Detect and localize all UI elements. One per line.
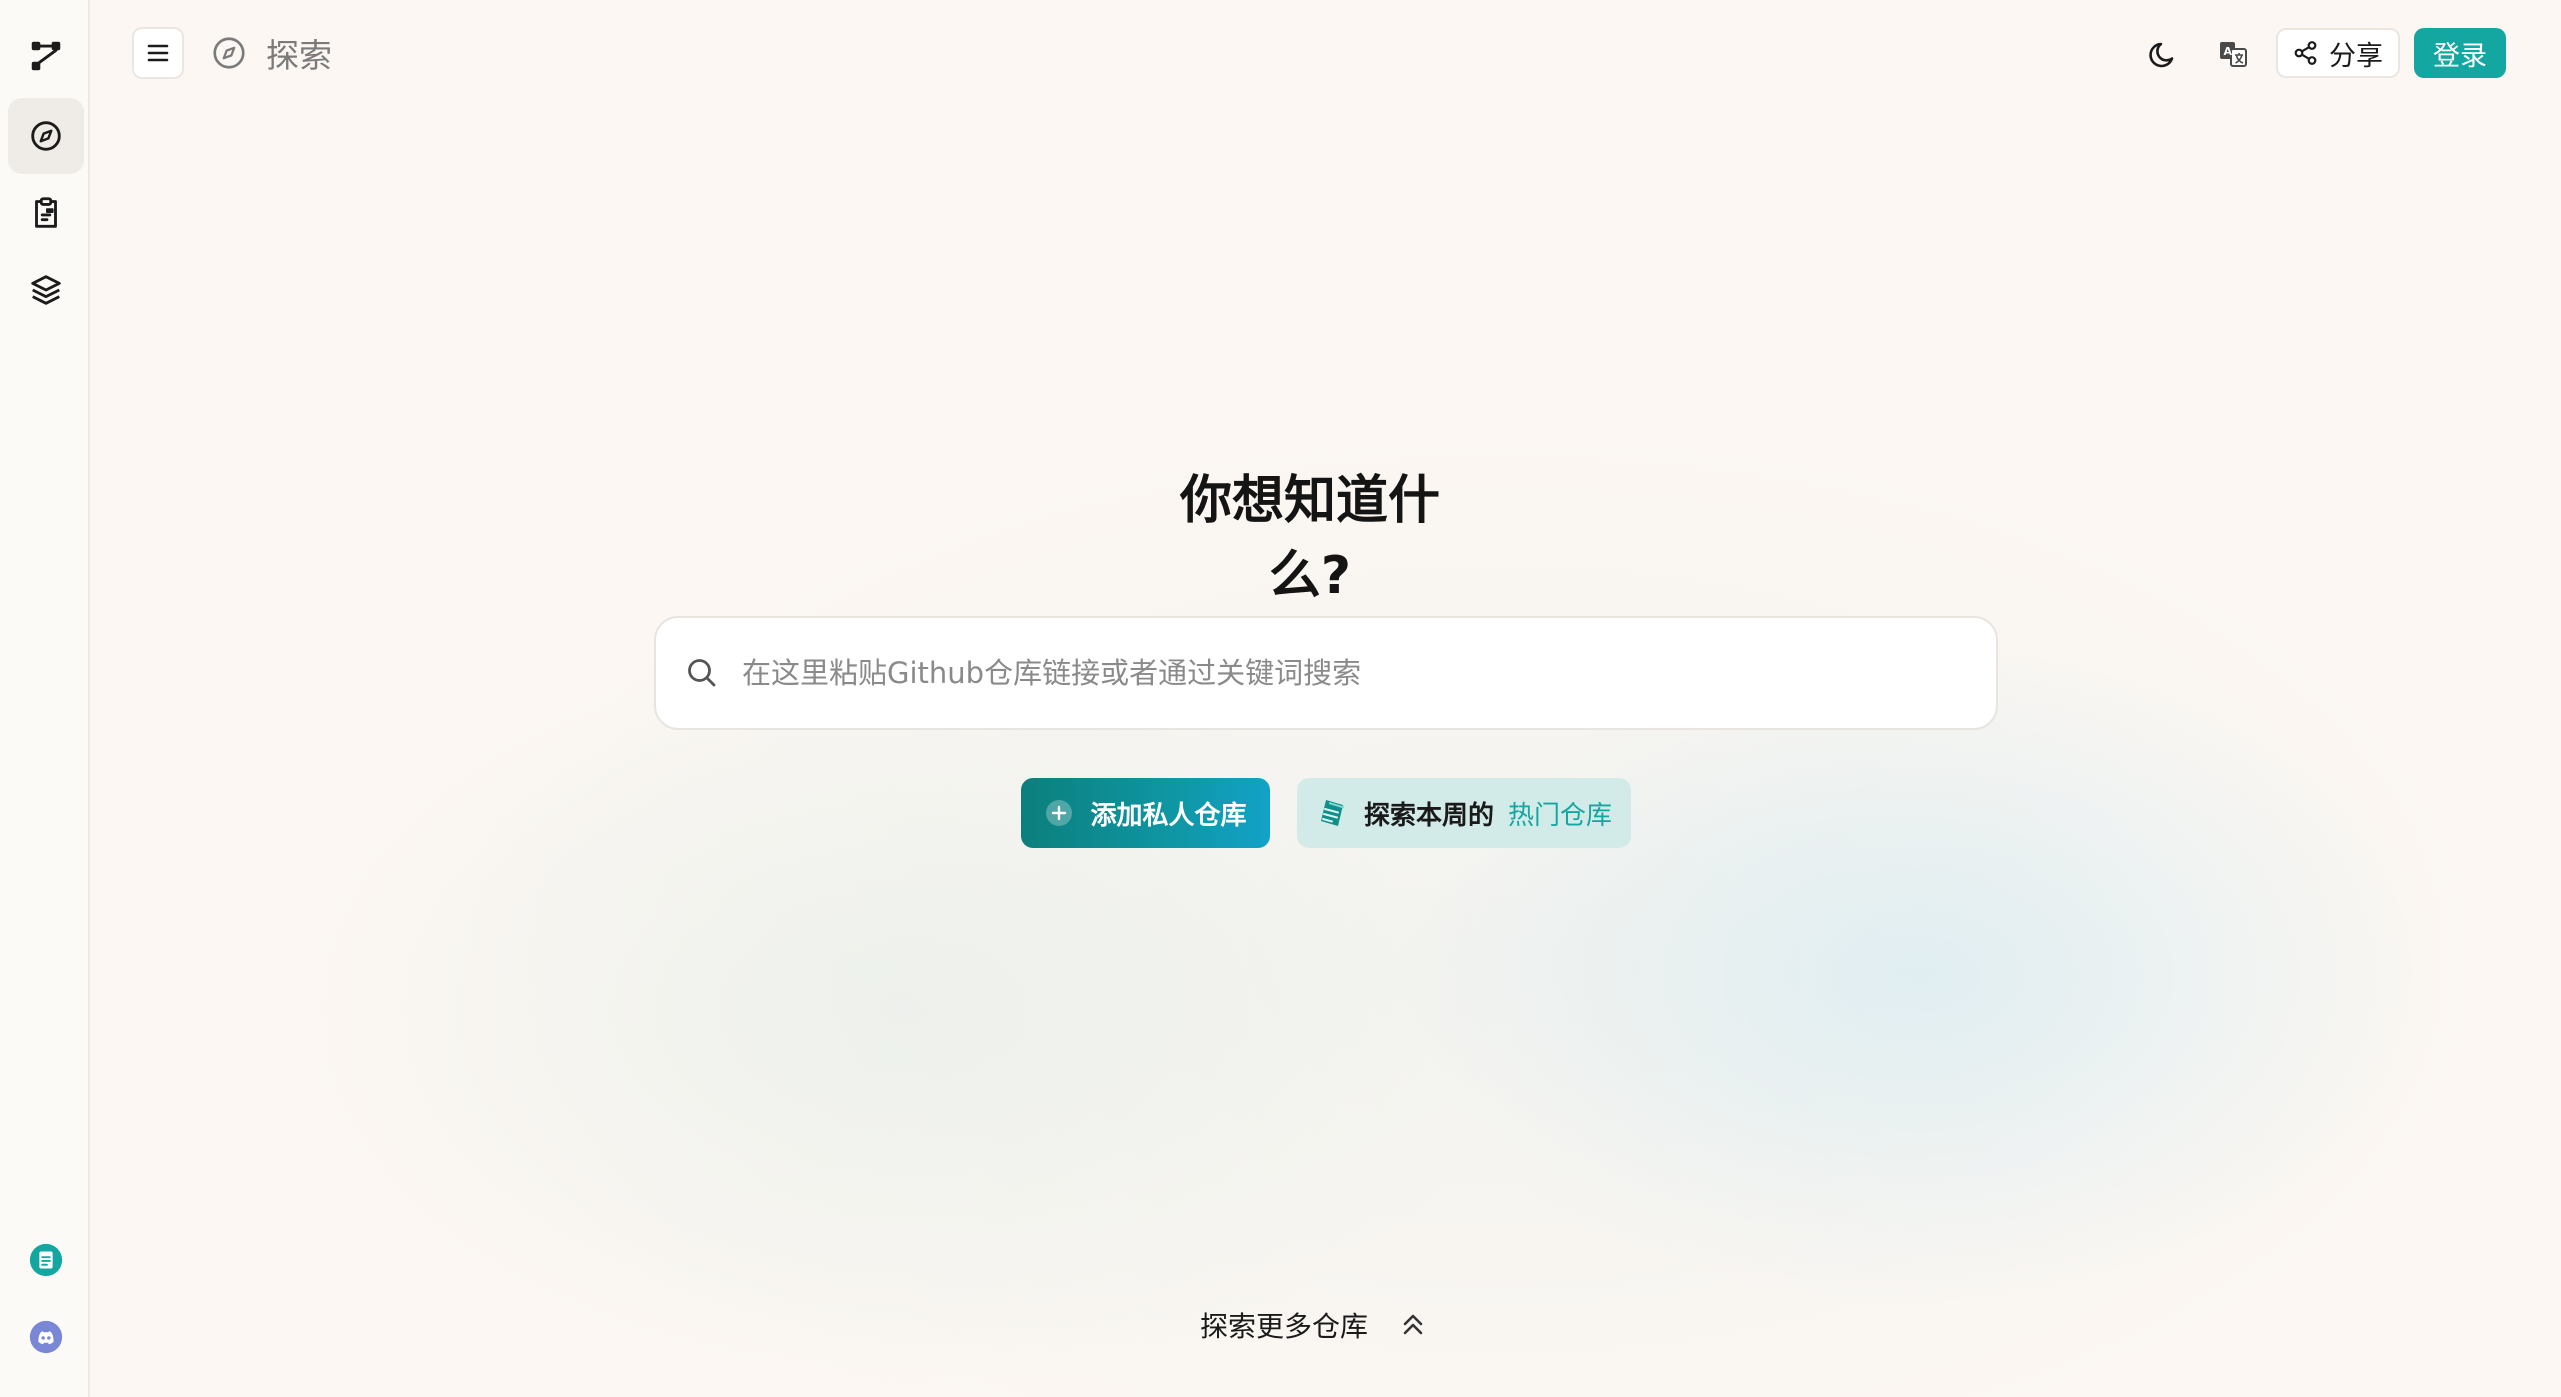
share-label: 分享 (2329, 40, 2383, 72)
add-private-repo-button[interactable]: 添加私人仓库 (1021, 778, 1270, 848)
clipboard-icon (35, 197, 57, 228)
docs-button[interactable] (8, 1222, 84, 1298)
double-chevron-up-icon (1403, 1314, 1423, 1335)
sidebar (0, 0, 90, 1397)
share-button[interactable]: 分享 (2276, 28, 2400, 78)
menu-toggle-button[interactable] (132, 27, 184, 79)
search-box[interactable] (654, 616, 1998, 730)
hamburger-menu-icon (147, 44, 169, 62)
svg-text:A: A (2224, 45, 2233, 58)
breadcrumb-label: 探索 (266, 36, 332, 75)
compass-icon (213, 37, 245, 69)
layers-stack-icon (31, 275, 61, 305)
translate-icon: A (2220, 42, 2247, 67)
plus-circle-icon (1046, 800, 1073, 826)
discord-icon (29, 1320, 63, 1354)
share-icon (2294, 41, 2317, 65)
search-icon (688, 659, 716, 687)
add-private-repo-label: 添加私人仓库 (1090, 800, 1247, 831)
breadcrumb: 探索 (210, 27, 332, 79)
discord-button[interactable] (8, 1299, 84, 1375)
app-logo[interactable] (8, 18, 84, 94)
document-badge-icon (29, 1243, 63, 1277)
explore-more-repos-link[interactable]: 探索更多仓库 (1200, 1300, 1450, 1350)
sidebar-item-clipboard[interactable] (8, 175, 84, 251)
branch-logo-icon (31, 41, 61, 71)
trending-highlight: 热门仓库 (1508, 800, 1613, 831)
compass-icon (31, 121, 61, 151)
login-button[interactable]: 登录 (2414, 28, 2506, 78)
trending-repos-button[interactable]: 探索本周的 热门仓库 (1297, 778, 1631, 848)
language-toggle-button[interactable]: A (2209, 30, 2257, 78)
page-title: 你想知道什么? (1179, 471, 1440, 606)
explore-more-label: 探索更多仓库 (1200, 1310, 1369, 1343)
theme-toggle-button[interactable] (2140, 30, 2188, 78)
search-input[interactable] (740, 655, 1944, 691)
book-pages-icon (1320, 800, 1345, 826)
sidebar-item-layers[interactable] (8, 252, 84, 328)
sidebar-item-explore[interactable] (8, 98, 84, 174)
trending-prefix: 探索本周的 (1363, 800, 1494, 831)
moon-icon (2149, 42, 2174, 68)
